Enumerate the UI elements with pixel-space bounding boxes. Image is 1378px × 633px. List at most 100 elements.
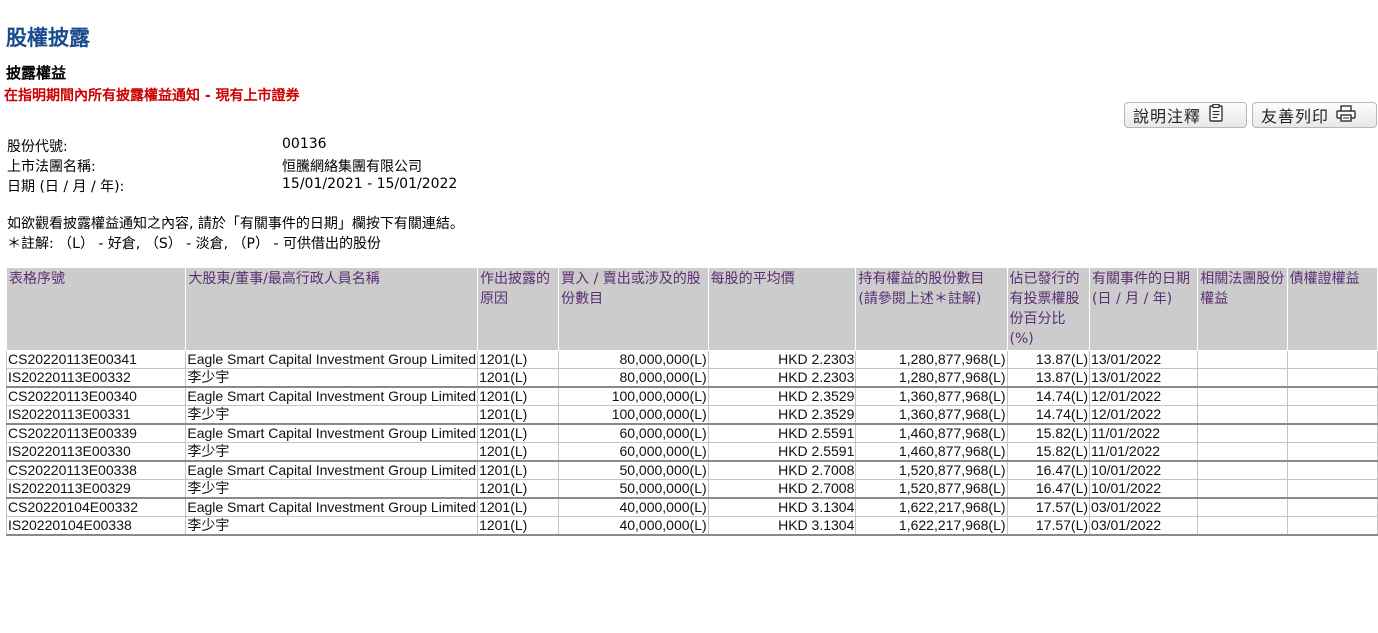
printer-icon [1336,104,1356,126]
average-price: HKD 2.3529 [707,387,857,406]
form-serial: IS20220113E00330 [5,442,187,462]
associated-interest [1197,368,1288,388]
shares-involved: 40,000,000(L) [558,516,709,536]
event-date-link[interactable]: 12/01/2022 [1089,387,1199,406]
holder-name: 李少宇 [185,368,479,388]
debenture-interest [1286,461,1378,480]
event-date-link[interactable]: 10/01/2022 [1089,461,1199,480]
table-row: IS20220113E00329 李少宇 1201(L) 50,000,000(… [5,479,1378,499]
percentage: 17.57(L) [1006,498,1091,517]
shares-involved: 100,000,000(L) [558,405,709,425]
event-date-link[interactable]: 10/01/2022 [1089,479,1199,499]
header-form-serial: 表格序號 [5,267,187,351]
header-reason: 作出披露的原因 [477,267,560,351]
debenture-interest [1286,368,1378,388]
average-price: HKD 3.1304 [707,516,857,536]
percentage: 13.87(L) [1006,368,1091,388]
instruction-note: 如欲觀看披露權益通知之內容, 請於「有關事件的日期」欄按下有關連結。 [7,216,464,232]
associated-interest [1197,461,1288,480]
shares-involved: 100,000,000(L) [558,387,709,406]
notes-icon [1208,103,1224,126]
section-title: 披露權益 [6,64,67,82]
debenture-interest [1286,387,1378,406]
page-title: 股權披露 [6,25,90,50]
explain-notes-button[interactable]: 說明注釋 [1124,102,1247,128]
debenture-interest [1286,350,1378,369]
table-row: IS20220113E00331 李少宇 1201(L) 100,000,000… [5,405,1378,425]
associated-interest [1197,424,1288,443]
percentage: 15.82(L) [1006,442,1091,462]
reason-code: 1201(L) [477,368,560,388]
form-serial: IS20220113E00329 [5,479,187,499]
event-date-link[interactable]: 03/01/2022 [1089,498,1199,517]
reason-code: 1201(L) [477,405,560,425]
shares-involved: 50,000,000(L) [558,461,709,480]
shares-involved: 60,000,000(L) [558,442,709,462]
reason-code: 1201(L) [477,442,560,462]
table-row: CS20220113E00338 Eagle Smart Capital Inv… [5,461,1378,480]
table-row: CS20220104E00332 Eagle Smart Capital Inv… [5,498,1378,517]
holder-name: Eagle Smart Capital Investment Group Lim… [185,350,479,369]
form-serial: IS20220113E00332 [5,368,187,388]
table-row: CS20220113E00341 Eagle Smart Capital Inv… [5,350,1378,369]
reason-code: 1201(L) [477,479,560,499]
debenture-interest [1286,479,1378,499]
shares-held: 1,460,877,968(L) [855,442,1008,462]
holder-name: Eagle Smart Capital Investment Group Lim… [185,387,479,406]
shares-held: 1,520,877,968(L) [855,461,1008,480]
average-price: HKD 2.2303 [707,368,857,388]
shares-held: 1,622,217,968(L) [855,498,1008,517]
percentage: 13.87(L) [1006,350,1091,369]
percentage: 14.74(L) [1006,405,1091,425]
percentage: 15.82(L) [1006,424,1091,443]
holder-name: 李少宇 [185,479,479,499]
shares-involved: 60,000,000(L) [558,424,709,443]
print-friendly-button[interactable]: 友善列印 [1252,102,1377,128]
average-price: HKD 2.3529 [707,405,857,425]
reason-code: 1201(L) [477,387,560,406]
form-serial: IS20220113E00331 [5,405,187,425]
percentage: 16.47(L) [1006,479,1091,499]
form-serial: CS20220113E00338 [5,461,187,480]
average-price: HKD 2.7008 [707,461,857,480]
stock-code-label: 股份代號: [7,139,68,155]
company-name-value: 恒騰網絡集團有限公司 [282,159,422,175]
table-row: IS20220113E00330 李少宇 1201(L) 60,000,000(… [5,442,1378,462]
debenture-interest [1286,498,1378,517]
explain-notes-label: 說明注釋 [1133,107,1202,126]
event-date-link[interactable]: 13/01/2022 [1089,350,1199,369]
shares-held: 1,360,877,968(L) [855,405,1008,425]
associated-interest [1197,405,1288,425]
event-date-link[interactable]: 03/01/2022 [1089,516,1199,536]
legend-note: ＊註解: （L） - 好倉, （S） - 淡倉, （P） - 可供借出的股份 [7,236,381,252]
event-date-link[interactable]: 13/01/2022 [1089,368,1199,388]
header-shares-held: 持有權益的股份數目 (請參閱上述＊註解) [855,267,1008,351]
associated-interest [1197,479,1288,499]
header-holder-name: 大股東/董事/最高行政人員名稱 [185,267,479,351]
holder-name: Eagle Smart Capital Investment Group Lim… [185,461,479,480]
shares-held: 1,360,877,968(L) [855,387,1008,406]
shares-held: 1,280,877,968(L) [855,368,1008,388]
associated-interest [1197,516,1288,536]
debenture-interest [1286,405,1378,425]
table-row: CS20220113E00339 Eagle Smart Capital Inv… [5,424,1378,443]
shares-involved: 40,000,000(L) [558,498,709,517]
event-date-link[interactable]: 12/01/2022 [1089,405,1199,425]
company-name-label: 上市法團名稱: [7,159,96,175]
date-range-value: 15/01/2021 - 15/01/2022 [282,176,458,192]
associated-interest [1197,350,1288,369]
header-average-price: 每股的平均價 [707,267,857,351]
shares-involved: 80,000,000(L) [558,350,709,369]
debenture-interest [1286,424,1378,443]
associated-interest [1197,442,1288,462]
percentage: 14.74(L) [1006,387,1091,406]
page-subtitle: 在指明期間內所有披露權益通知 - 現有上市證券 [4,88,300,104]
form-serial: CS20220113E00341 [5,350,187,369]
shares-held: 1,520,877,968(L) [855,479,1008,499]
form-serial: IS20220104E00338 [5,516,187,536]
header-associated-interest: 相關法團股份權益 [1197,267,1288,351]
event-date-link[interactable]: 11/01/2022 [1089,424,1199,443]
table-row: IS20220104E00338 李少宇 1201(L) 40,000,000(… [5,516,1378,536]
form-serial: CS20220104E00332 [5,498,187,517]
event-date-link[interactable]: 11/01/2022 [1089,442,1199,462]
